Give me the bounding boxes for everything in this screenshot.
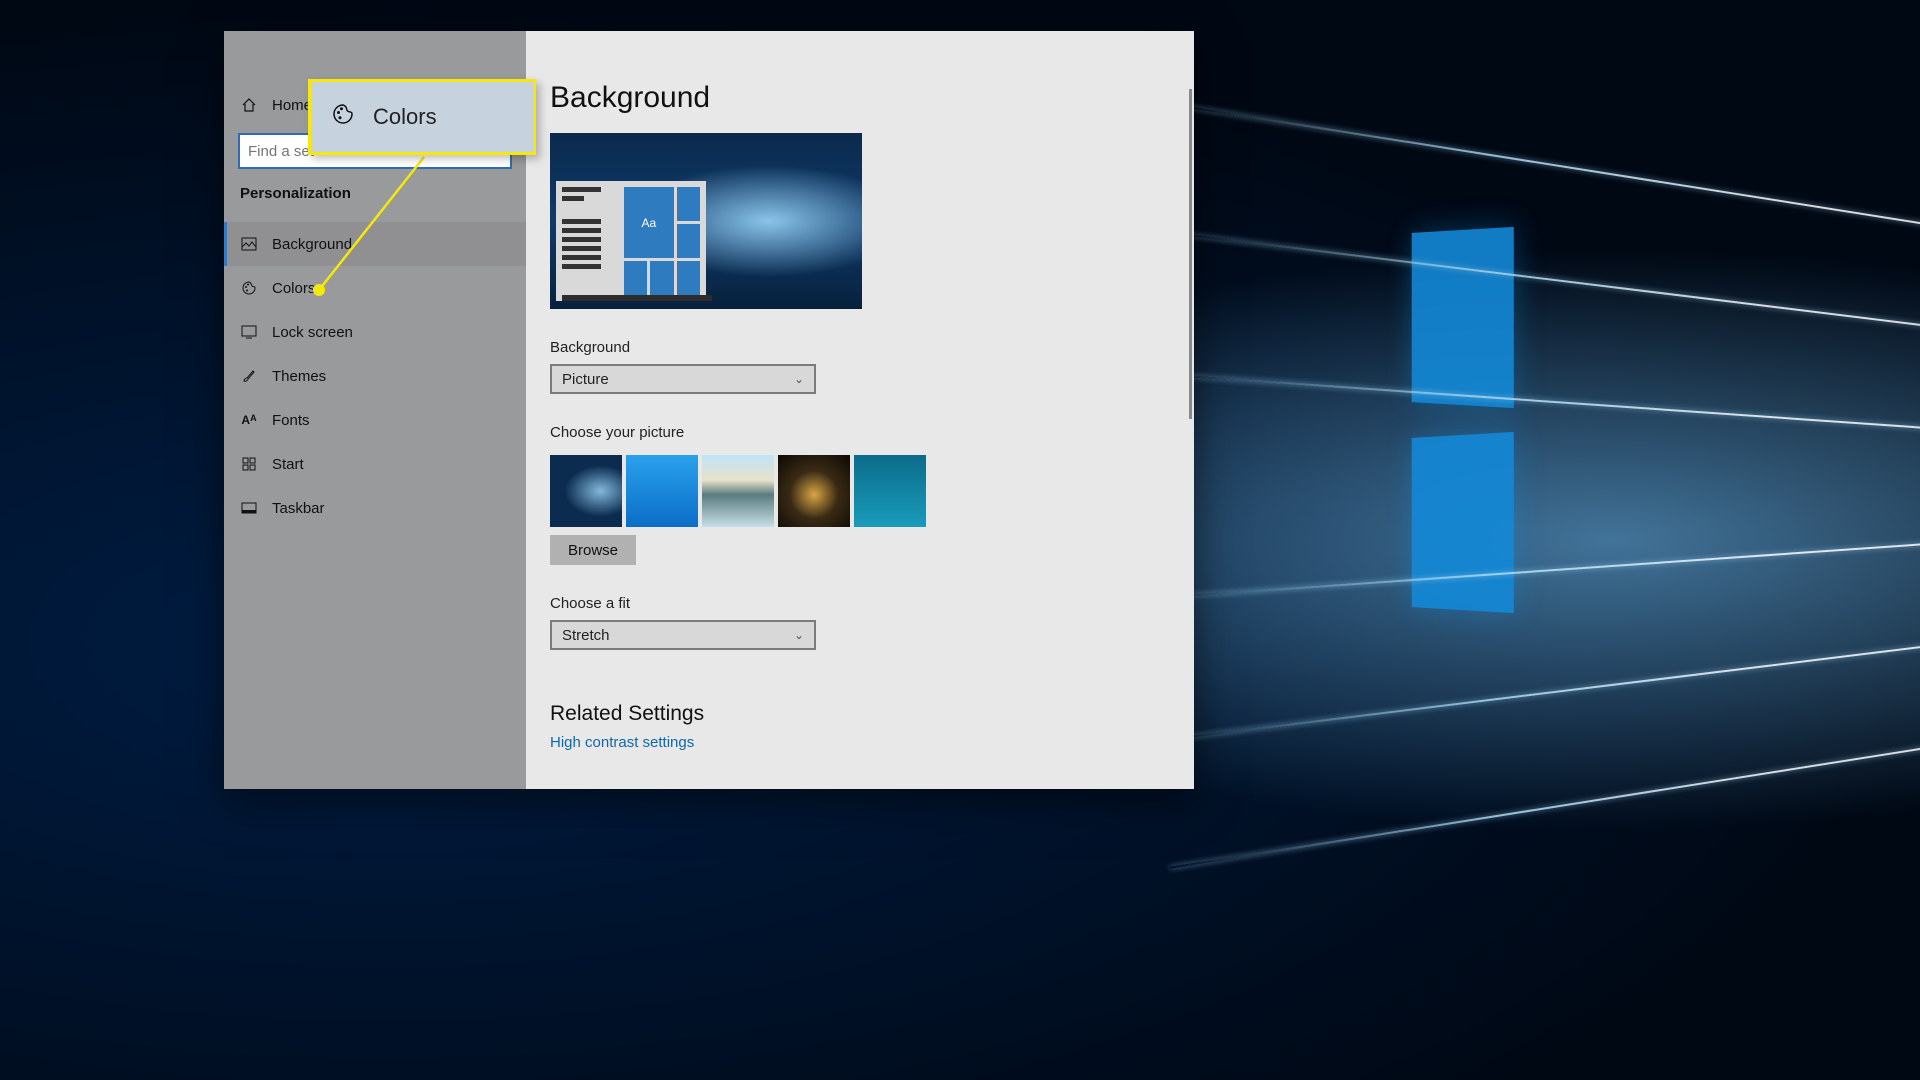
scrollbar[interactable] xyxy=(1189,89,1192,419)
chevron-down-icon: ⌄ xyxy=(794,372,804,386)
fit-label: Choose a fit xyxy=(550,595,1166,612)
picture-thumb[interactable] xyxy=(626,455,698,527)
taskbar-icon xyxy=(240,502,258,514)
background-dropdown-value: Picture xyxy=(562,371,609,388)
nav-start[interactable]: Start xyxy=(224,442,526,486)
picture-icon xyxy=(240,237,258,251)
nav-home-label: Home xyxy=(272,97,312,114)
browse-button[interactable]: Browse xyxy=(550,535,636,565)
chevron-down-icon: ⌄ xyxy=(794,628,804,642)
picture-thumb[interactable] xyxy=(702,455,774,527)
nav-fonts-label: Fonts xyxy=(272,412,310,429)
background-dropdown[interactable]: Picture ⌄ xyxy=(550,364,816,394)
nav-background-label: Background xyxy=(272,236,352,253)
choose-picture-label: Choose your picture xyxy=(550,424,1166,441)
fonts-icon: AA xyxy=(240,413,258,427)
palette-icon xyxy=(240,280,258,296)
nav-colors[interactable]: Colors xyxy=(224,266,526,310)
preview-tile-label: Aa xyxy=(624,187,674,258)
nav-themes-label: Themes xyxy=(272,368,326,385)
picture-thumb-row xyxy=(550,455,1166,527)
nav-fonts[interactable]: AA Fonts xyxy=(224,398,526,442)
fit-dropdown-value: Stretch xyxy=(562,627,610,644)
nav-taskbar-label: Taskbar xyxy=(272,500,325,517)
picture-thumb[interactable] xyxy=(854,455,926,527)
high-contrast-link[interactable]: High contrast settings xyxy=(550,734,694,751)
nav-lockscreen-label: Lock screen xyxy=(272,324,353,341)
annotation-dot xyxy=(313,284,325,296)
section-heading: Personalization xyxy=(224,181,526,210)
page-title: Background xyxy=(550,81,1166,115)
content-pane: Background Aa Background Picture ⌄ Choos… xyxy=(526,31,1194,789)
fit-dropdown[interactable]: Stretch ⌄ xyxy=(550,620,816,650)
nav-themes[interactable]: Themes xyxy=(224,354,526,398)
nav-taskbar[interactable]: Taskbar xyxy=(224,486,526,530)
picture-thumb[interactable] xyxy=(550,455,622,527)
start-icon xyxy=(240,457,258,471)
nav-start-label: Start xyxy=(272,456,304,473)
brush-icon xyxy=(240,368,258,384)
annotation-callout: Colors xyxy=(308,79,536,155)
picture-thumb[interactable] xyxy=(778,455,850,527)
wallpaper-beams xyxy=(1160,0,1920,1080)
nav-background[interactable]: Background xyxy=(224,222,526,266)
background-label: Background xyxy=(550,339,1166,356)
annotation-callout-label: Colors xyxy=(373,104,437,130)
nav-colors-label: Colors xyxy=(272,280,315,297)
monitor-icon xyxy=(240,325,258,339)
browse-button-label: Browse xyxy=(568,542,618,559)
related-heading: Related Settings xyxy=(550,702,1166,726)
nav-lockscreen[interactable]: Lock screen xyxy=(224,310,526,354)
palette-icon xyxy=(331,102,355,132)
desktop-preview: Aa xyxy=(550,133,862,309)
home-icon xyxy=(240,97,258,113)
